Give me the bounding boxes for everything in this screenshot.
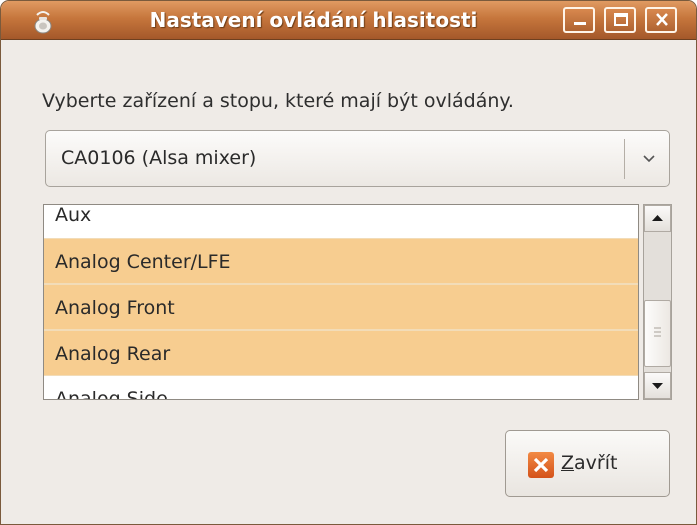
instruction-text: Vyberte zařízení a stopu, které mají být… [42, 90, 514, 112]
combo-separator [624, 139, 625, 179]
titlebar[interactable]: Nastavení ovládání hlasitosti [1, 1, 696, 40]
arrow-down-icon [652, 383, 663, 389]
list-item[interactable]: Analog Center/LFE [44, 238, 638, 284]
chevron-down-icon [643, 155, 655, 163]
window-close-button[interactable] [645, 7, 677, 33]
list-item[interactable]: Analog Rear [44, 330, 638, 376]
close-button[interactable]: Zavřít [505, 430, 670, 497]
x-icon [528, 452, 554, 478]
scroll-up-button[interactable] [644, 205, 671, 232]
scroll-down-button[interactable] [644, 372, 671, 399]
list-item[interactable]: Aux [44, 205, 638, 238]
list-item[interactable]: Analog Side [44, 376, 638, 399]
close-button-label-rest: avřít [574, 452, 618, 474]
minimize-icon [574, 22, 586, 25]
track-list[interactable]: Aux Analog Center/LFE Analog Front Analo… [43, 204, 639, 400]
arrow-up-icon [652, 215, 663, 221]
device-combobox[interactable]: CA0106 (Alsa mixer) [45, 130, 670, 187]
device-selected-value: CA0106 (Alsa mixer) [61, 147, 257, 169]
list-item[interactable]: Analog Front [44, 284, 638, 330]
grip-icon [654, 327, 661, 337]
close-button-label: Zavřít [561, 431, 617, 496]
mnemonic-letter: Z [561, 452, 575, 474]
minimize-button[interactable] [563, 7, 595, 33]
close-icon [656, 13, 668, 26]
volume-settings-dialog: Nastavení ovládání hlasitosti Vyberte za… [0, 0, 697, 525]
maximize-icon [614, 13, 628, 26]
maximize-button[interactable] [604, 7, 636, 33]
scrollbar-thumb[interactable] [644, 300, 671, 367]
track-list-scrollbar[interactable] [643, 204, 672, 400]
window-title: Nastavení ovládání hlasitosti [149, 8, 478, 32]
